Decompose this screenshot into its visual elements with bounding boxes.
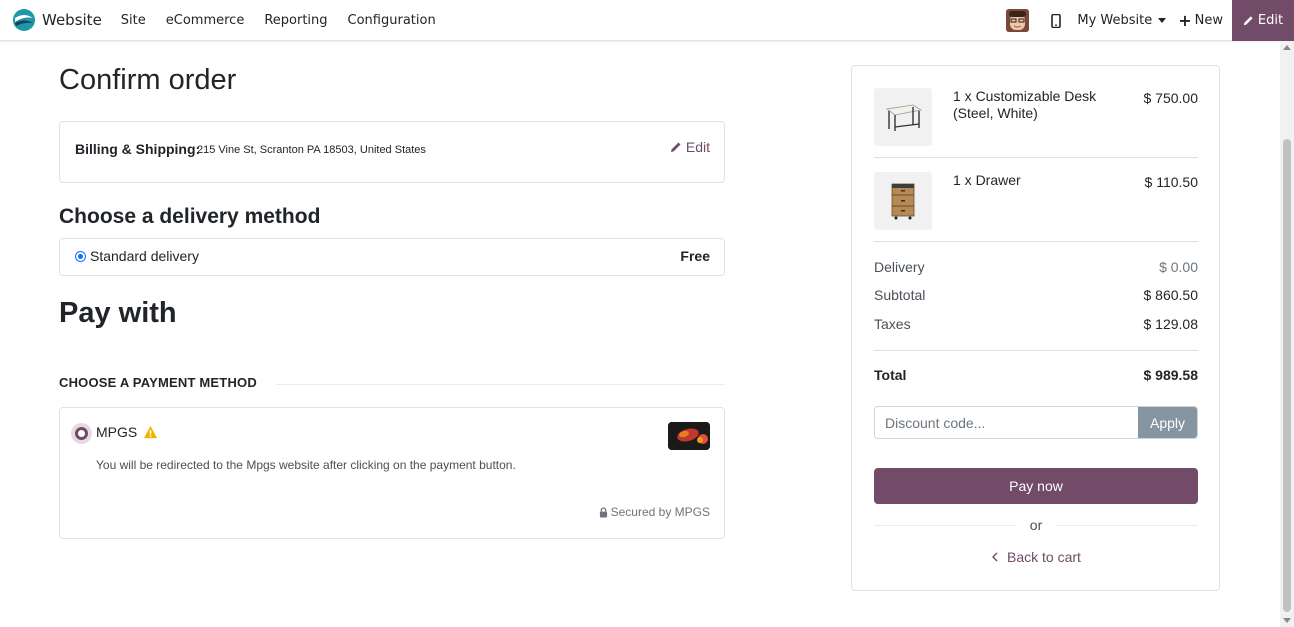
lock-icon — [599, 506, 607, 517]
delivery-label: Delivery — [874, 259, 925, 275]
card-brand-icon — [668, 422, 710, 450]
delivery-price: Free — [680, 248, 710, 264]
menu-item-reporting[interactable]: Reporting — [254, 0, 337, 41]
billing-label: Billing & Shipping: — [75, 141, 201, 157]
payment-option-mpgs[interactable]: MPGS You will be redirected to the Mpgs … — [59, 407, 725, 539]
product-thumbnail[interactable] — [874, 172, 932, 230]
subtotal-row: Subtotal $ 860.50 — [874, 287, 1198, 303]
menu-item-ecommerce[interactable]: eCommerce — [156, 0, 255, 41]
navbar-right: My Website + New Edit — [1006, 0, 1294, 41]
subtotal-label: Subtotal — [874, 287, 926, 303]
drawer-image — [891, 183, 915, 220]
scroll-up-icon[interactable] — [1283, 45, 1291, 50]
billing-edit-label: Edit — [685, 139, 710, 155]
menu-item-configuration[interactable]: Configuration — [338, 0, 446, 41]
warning-icon — [143, 425, 158, 439]
delivery-radio[interactable] — [75, 251, 86, 262]
desk-image — [885, 104, 923, 131]
back-to-cart-link[interactable]: Back to cart — [874, 549, 1198, 565]
payment-description: You will be redirected to the Mpgs websi… — [96, 458, 516, 472]
mobile-preview-icon[interactable] — [1047, 0, 1065, 41]
delivery-amount: $ 0.00 — [1159, 259, 1198, 275]
pay-heading: Pay with — [59, 297, 177, 329]
new-button-label: New — [1194, 13, 1223, 28]
divider — [874, 157, 1198, 158]
line-item-name[interactable]: 1 x Customizable Desk (Steel, White) — [953, 88, 1133, 122]
scrollbar-thumb[interactable] — [1283, 139, 1291, 612]
avatar-image — [1006, 9, 1030, 32]
plus-icon: + — [1178, 11, 1192, 30]
website-selector-label: My Website — [1077, 13, 1153, 28]
pencil-icon — [670, 142, 681, 152]
taxes-amount: $ 129.08 — [1143, 316, 1199, 332]
delivery-row: Delivery $ 0.00 — [874, 259, 1198, 275]
page-title: Confirm order — [59, 64, 237, 96]
avatar[interactable] — [1006, 9, 1030, 32]
product-thumbnail[interactable] — [874, 88, 932, 146]
pay-now-button[interactable]: Pay now — [874, 468, 1198, 504]
divider — [276, 384, 725, 385]
discount-code-input[interactable] — [875, 407, 1138, 438]
divider — [874, 350, 1198, 351]
website-selector[interactable]: My Website — [1077, 13, 1167, 28]
billing-address: 215 Vine St, Scranton PA 18503, United S… — [197, 144, 426, 156]
line-item-price: $ 750.00 — [1143, 90, 1199, 106]
subtotal-amount: $ 860.50 — [1143, 287, 1199, 303]
back-to-cart-label: Back to cart — [1007, 549, 1081, 565]
secured-label: Secured by MPGS — [610, 505, 710, 519]
billing-card: Billing & Shipping: 215 Vine St, Scranto… — [59, 121, 725, 183]
new-button[interactable]: + New — [1178, 11, 1223, 30]
payment-radio[interactable] — [71, 423, 92, 444]
divider — [874, 524, 1016, 526]
secured-badge: Secured by MPGS — [599, 505, 710, 519]
scroll-down-icon[interactable] — [1283, 618, 1291, 623]
chevron-down-icon — [1158, 18, 1167, 23]
divider — [874, 241, 1198, 242]
divider — [1056, 524, 1199, 526]
payment-provider-name: MPGS — [96, 424, 138, 440]
order-summary: 1 x Customizable Desk (Steel, White) $ 7… — [851, 65, 1220, 591]
brand[interactable]: Website — [12, 0, 102, 41]
taxes-label: Taxes — [874, 316, 911, 332]
payment-method-heading: CHOOSE A PAYMENT METHOD — [59, 375, 257, 390]
website-logo-icon — [13, 9, 35, 31]
delivery-option[interactable]: Standard delivery Free — [59, 238, 725, 276]
discount-form: Apply — [874, 406, 1198, 439]
edit-button-label: Edit — [1257, 13, 1284, 28]
total-amount: $ 989.58 — [1143, 367, 1199, 383]
taxes-row: Taxes $ 129.08 — [874, 316, 1198, 332]
or-label: or — [1029, 517, 1043, 533]
or-separator: or — [874, 516, 1199, 534]
apply-button[interactable]: Apply — [1138, 407, 1197, 438]
chevron-left-icon — [992, 552, 998, 562]
total-row: Total $ 989.58 — [874, 367, 1198, 383]
top-navbar: Website Site eCommerce Reporting Configu… — [0, 0, 1294, 41]
delivery-method-label: Standard delivery — [90, 248, 199, 264]
billing-edit-link[interactable]: Edit — [670, 139, 710, 155]
line-item-price: $ 110.50 — [1144, 174, 1198, 190]
total-label: Total — [874, 367, 907, 383]
scrollbar[interactable] — [1280, 41, 1294, 627]
delivery-heading: Choose a delivery method — [59, 205, 321, 228]
menu-item-site[interactable]: Site — [111, 0, 156, 41]
brand-name: Website — [42, 11, 102, 29]
pencil-icon — [1243, 16, 1253, 26]
edit-button[interactable]: Edit — [1232, 0, 1294, 41]
line-item-name[interactable]: 1 x Drawer — [953, 172, 1133, 189]
main-menu: Site eCommerce Reporting Configuration — [111, 0, 446, 41]
